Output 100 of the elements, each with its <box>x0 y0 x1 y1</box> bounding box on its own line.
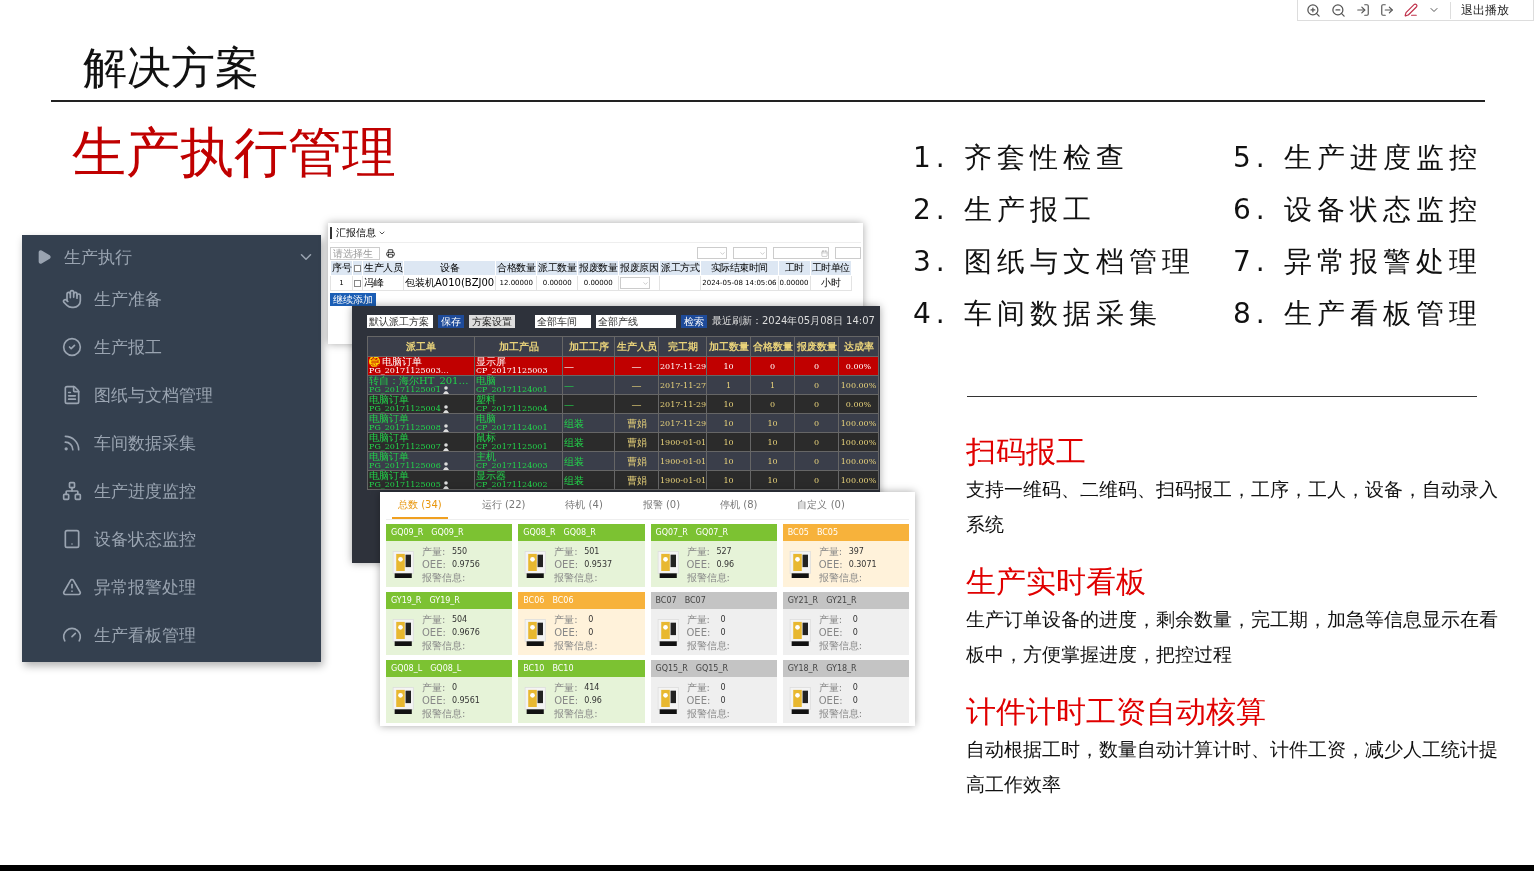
machine-code: BC05 <box>787 528 809 537</box>
order-number: PG_20171125006 <box>369 461 441 470</box>
input-field[interactable] <box>835 247 861 259</box>
settings-button[interactable]: 方案设置 <box>469 314 515 328</box>
table-cell: 100.00% <box>838 432 879 452</box>
save-button[interactable]: 保存 <box>438 314 464 328</box>
field-label: 报警信息: <box>818 638 863 652</box>
machine-code: GQ09_R <box>391 528 424 537</box>
menu-item[interactable]: 生产准备 <box>94 287 162 311</box>
table-cell: 10 <box>706 432 751 452</box>
menu-item[interactable]: 生产看板管理 <box>94 623 196 647</box>
field-label: 产量: <box>422 680 446 694</box>
field-label: OEE: <box>422 557 446 571</box>
field-value: 0 <box>852 681 859 694</box>
feature-item: 8. 生产看板管理 <box>1233 296 1483 332</box>
menu-item[interactable]: 图纸与文档管理 <box>94 383 213 407</box>
machine-card[interactable]: BC10 BC10 产量: 414 OEE: 0.96 报警信息: <box>518 660 645 723</box>
menu-item[interactable]: 异常报警处理 <box>94 575 196 599</box>
column-header: 完工期 <box>658 336 707 357</box>
pen-icon[interactable] <box>1404 3 1418 17</box>
search-button[interactable]: 检索 <box>681 314 707 328</box>
field-label: OEE: <box>554 625 580 639</box>
field-value: 0.96 <box>584 694 602 707</box>
machine-code: GY18_R <box>787 664 819 673</box>
column-header: 派工数量 <box>536 260 578 276</box>
table-cell: 100.00% <box>838 451 879 471</box>
machine-card[interactable]: GQ15_R GQ15_R 产量: 0 OEE: 0 报警信息: <box>650 660 777 723</box>
field-value: 0.96 <box>716 558 735 571</box>
field-label: 产量: <box>686 544 711 558</box>
workshop-dropdown[interactable]: 全部车间 <box>535 314 591 328</box>
product-name: 显示器 <box>476 471 506 480</box>
machine-code: GQ15_R <box>655 664 688 673</box>
arrow-out-icon[interactable] <box>1380 3 1394 17</box>
table-cell: 曹娟 <box>614 451 659 471</box>
printer-icon[interactable] <box>386 248 395 258</box>
filter-tab[interactable]: 运行 (22) <box>475 492 532 519</box>
field-value: 0 <box>720 613 727 626</box>
caret-icon[interactable] <box>378 229 386 237</box>
filter-tab[interactable]: 自定义 (0) <box>791 492 851 519</box>
search-field[interactable]: 请选择生 <box>330 246 380 260</box>
arrow-in-icon[interactable] <box>1356 3 1370 17</box>
tablet-icon <box>62 529 82 549</box>
field-label: OEE: <box>818 693 844 707</box>
zoom-in-icon[interactable] <box>1306 2 1321 18</box>
machine-card[interactable]: BC07 BC07 产量: 0 OEE: 0 报警信息: <box>650 592 777 655</box>
field-label: 报警信息: <box>818 570 864 584</box>
machine-card[interactable]: GY19_R GY19_R 产量: 504 OEE: 0.9676 报警信息: <box>386 592 513 655</box>
column-header: 报废数量 <box>577 260 619 276</box>
column-header: 加工工序 <box>562 336 615 357</box>
machine-card[interactable]: GQ07_R GQ07_R 产量: 527 OEE: 0.96 报警信息: <box>650 524 777 587</box>
table-cell: — <box>614 375 659 395</box>
column-header: 达成率 <box>838 336 879 357</box>
menu-item[interactable]: 设备状态监控 <box>94 527 196 551</box>
menu-item[interactable]: 生产报工 <box>94 335 162 359</box>
field-value: 0.9561 <box>451 694 480 707</box>
machine-card[interactable]: GQ08_L GQ08_L 产量: 0 OEE: 0.9561 报警信息: <box>386 660 513 723</box>
machine-card[interactable]: GY18_R GY18_R 产量: 0 OEE: 0 报警信息: <box>782 660 909 723</box>
machine-name: BC05 <box>816 528 838 537</box>
field-value: 0.3071 <box>848 558 877 571</box>
field-label: 产量: <box>818 544 843 558</box>
add-button[interactable]: 继续添加 <box>330 293 376 306</box>
field-value: 397 <box>848 545 865 558</box>
highlight-title: 扫码报工 <box>966 433 1087 471</box>
table-cell: — <box>562 394 615 414</box>
menu-title[interactable]: 生产执行 <box>64 245 285 269</box>
machine-card[interactable]: GQ08_R GQ08_R 产量: 501 OEE: 0.9537 报警信息: <box>518 524 645 587</box>
date-field[interactable] <box>773 247 829 259</box>
table-cell: 2017-11-29 <box>658 356 707 376</box>
machine-card[interactable]: BC05 BC05 产量: 397 OEE: 0.3071 报警信息: <box>782 524 909 587</box>
field-value: 0.9756 <box>451 558 480 571</box>
machine-name: GQ08_R <box>563 528 596 537</box>
table-cell: 组装 <box>562 470 615 490</box>
checkbox[interactable] <box>354 279 361 287</box>
machine-card[interactable]: GQ09_R GQ09_R 产量: 550 OEE: 0.9756 报警信息: <box>386 524 513 587</box>
field-label: OEE: <box>686 557 711 571</box>
field-value: 414 <box>584 681 601 694</box>
filter-tab[interactable]: 停机 (8) <box>714 492 764 519</box>
order-number: PG_20171125003… <box>369 366 449 375</box>
filter-tab[interactable]: 待机 (4) <box>559 492 609 519</box>
field-label: 产量: <box>554 544 579 558</box>
menu-item[interactable]: 生产进度监控 <box>94 479 196 503</box>
table-cell: — <box>614 356 659 376</box>
field-value: 0.9676 <box>451 626 480 639</box>
checkbox[interactable] <box>354 264 361 272</box>
refresh-time: 最近刷新：2024年05月08日 14:07 <box>712 314 875 328</box>
machine-card[interactable]: GY21_R GY21_R 产量: 0 OEE: 0 报警信息: <box>782 592 909 655</box>
zoom-out-icon[interactable] <box>1331 2 1346 18</box>
table-cell: 小时 <box>810 275 852 291</box>
table-cell: 10 <box>750 470 795 490</box>
machine-card[interactable]: BC06 BC06 产量: 0 OEE: 0 报警信息: <box>518 592 645 655</box>
filter-tab[interactable]: 报警 (0) <box>636 492 687 519</box>
scheme-dropdown[interactable]: 默认派工方案 <box>367 314 433 328</box>
table-cell: 0 <box>794 432 839 452</box>
field-value: 0 <box>451 681 458 694</box>
line-dropdown[interactable]: 全部产线 <box>596 314 676 328</box>
product-number: CP_20171124003 <box>476 461 548 470</box>
urgent-badge: 急 <box>369 357 380 367</box>
menu-item[interactable]: 车间数据采集 <box>94 431 196 455</box>
field-label: OEE: <box>686 625 712 639</box>
machine-name: BC10 <box>552 664 574 673</box>
